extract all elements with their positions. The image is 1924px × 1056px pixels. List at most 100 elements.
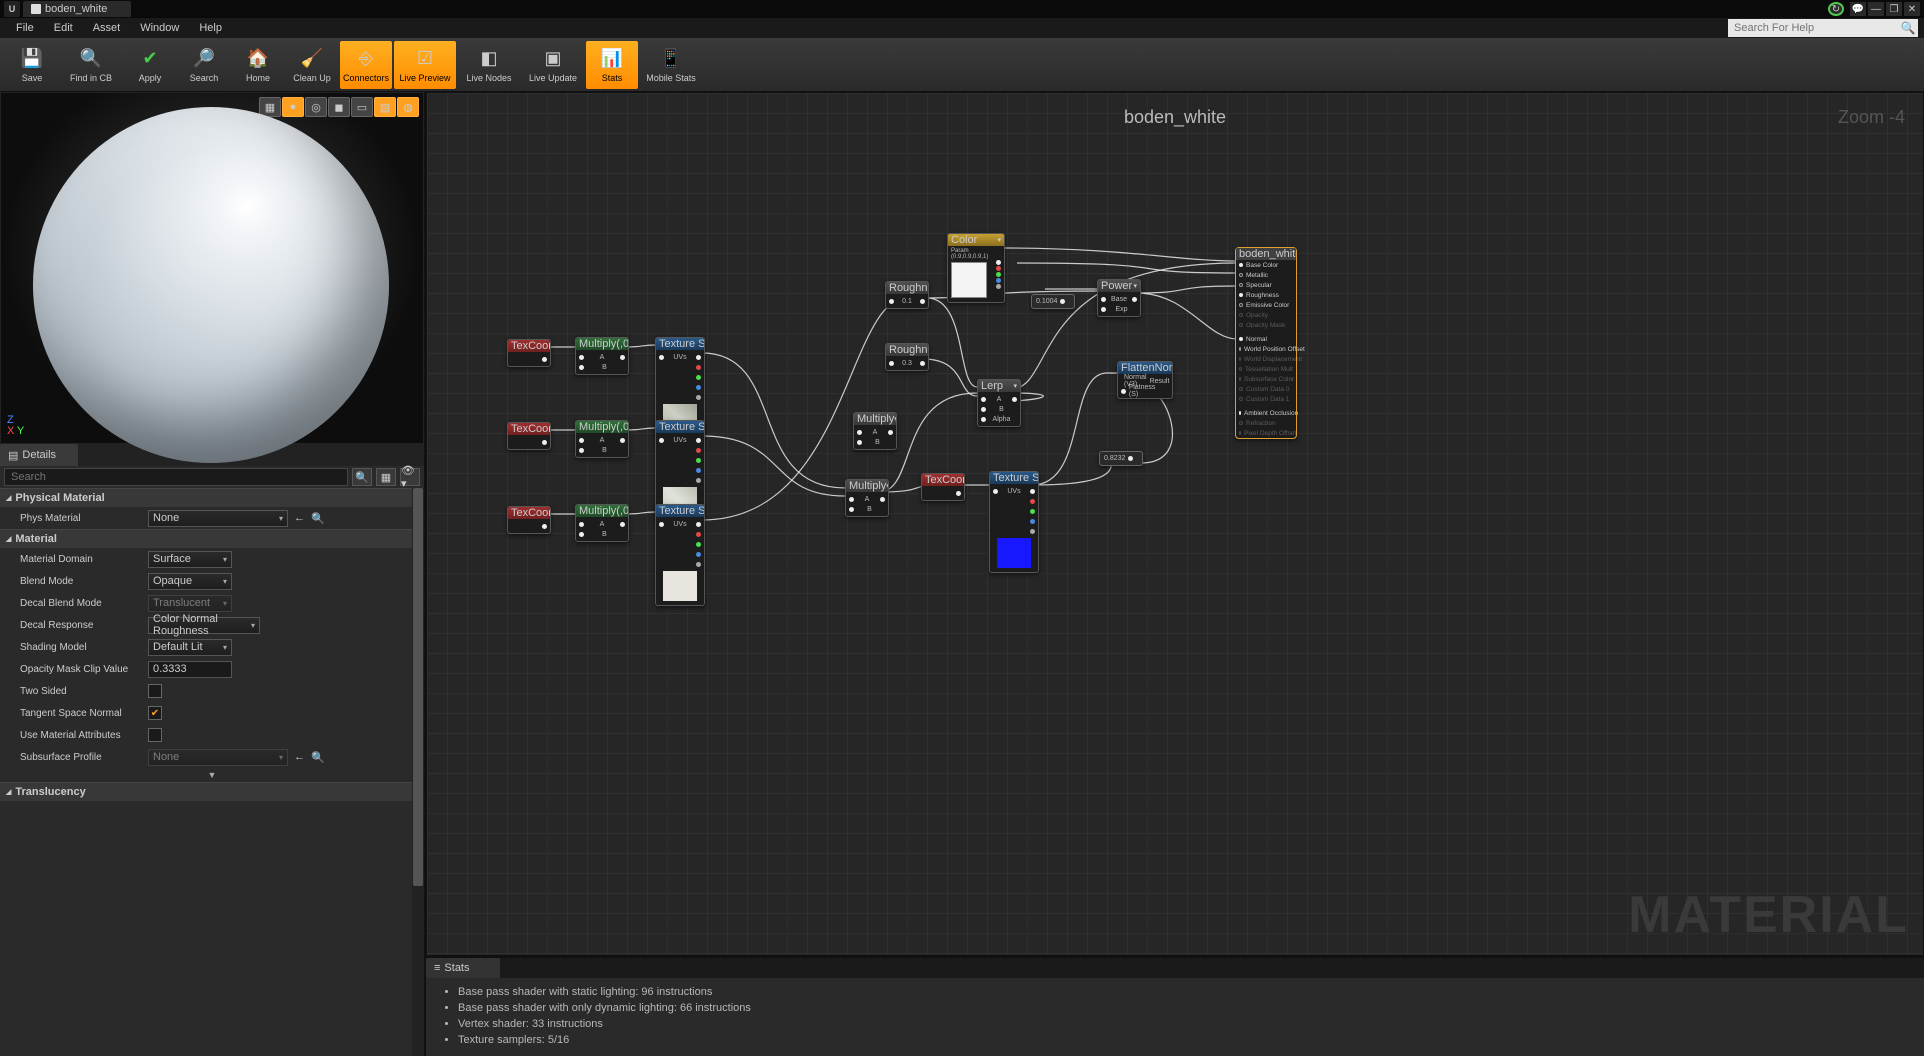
graph-watermark: MATERIAL	[1628, 885, 1909, 945]
document-tab-label: boden_white	[45, 3, 107, 15]
app-logo-icon: U	[4, 1, 20, 17]
help-search-input[interactable]	[1728, 19, 1898, 37]
node-texcoord[interactable]: TexCoord▾	[507, 506, 551, 534]
vp-grid-icon[interactable]: ◍	[397, 97, 419, 117]
details-tab[interactable]: ▤ Details	[0, 444, 78, 466]
stats-tab-label: Stats	[444, 962, 469, 974]
preview-icon: ☑	[411, 47, 439, 71]
menu-file[interactable]: File	[6, 22, 44, 34]
cleanup-button[interactable]: 🧹Clean Up	[286, 41, 338, 89]
two-sided-checkbox[interactable]	[148, 684, 162, 698]
node-texture-sample[interactable]: Texture Sample▾UVs	[989, 471, 1039, 573]
node-multiply[interactable]: Multiply(,0.2194)▾AB	[575, 337, 629, 375]
menu-window[interactable]: Window	[130, 22, 189, 34]
reset-icon[interactable]: ←	[294, 751, 305, 764]
home-button[interactable]: 🏠Home	[232, 41, 284, 89]
apply-button[interactable]: ✔Apply	[124, 41, 176, 89]
category-physical-material[interactable]: Physical Material	[0, 488, 424, 507]
vp-cube-icon[interactable]: ◼	[328, 97, 350, 117]
scrollbar-thumb[interactable]	[413, 488, 423, 886]
node-multiply[interactable]: Multiply▾AB	[853, 412, 897, 450]
menu-asset[interactable]: Asset	[83, 22, 131, 34]
node-texcoord[interactable]: TexCoord▾	[507, 422, 551, 450]
scrollbar-track[interactable]	[412, 488, 424, 1056]
category-material[interactable]: Material	[0, 529, 424, 548]
stats-button[interactable]: 📊Stats	[586, 41, 638, 89]
material-graph[interactable]: boden_white Zoom -4 MATERIAL	[426, 92, 1924, 956]
graph-title: boden_white	[1124, 107, 1226, 128]
stats-icon: ≡	[434, 962, 440, 974]
live-preview-button[interactable]: ☑Live Preview	[394, 41, 456, 89]
node-material-output[interactable]: boden_white Base Color Metallic Specular…	[1235, 247, 1297, 439]
mobile-stats-button[interactable]: 📱Mobile Stats	[640, 41, 702, 89]
node-texcoord[interactable]: TexCoord▾	[507, 339, 551, 367]
node-multiply[interactable]: Multiply(,0.9341)▾AB	[575, 420, 629, 458]
stats-tab[interactable]: ≡ Stats	[426, 958, 500, 978]
category-translucency[interactable]: Translucency	[0, 782, 424, 801]
source-control-icon[interactable]: ↻	[1828, 2, 1844, 16]
node-power[interactable]: Power▾BaseExp	[1097, 279, 1141, 317]
blend-mode-combo[interactable]: Opaque	[148, 573, 232, 590]
minimize-button[interactable]: —	[1868, 2, 1884, 16]
node-texture-sample[interactable]: Texture Sample▾UVs	[655, 504, 705, 606]
close-button[interactable]: ✕	[1904, 2, 1920, 16]
details-tab-label: Details	[22, 449, 56, 461]
prop-label: Phys Material	[20, 513, 148, 524]
node-flatten-normal[interactable]: FlattenNormal▾Normal (V3)ResultFlatness …	[1117, 361, 1173, 399]
menu-help[interactable]: Help	[189, 22, 232, 34]
find-in-cb-button[interactable]: 🔍Find in CB	[60, 41, 122, 89]
node-roughness-min[interactable]: RoughnessMin▾0.3	[885, 343, 929, 371]
document-tab[interactable]: boden_white	[23, 1, 131, 17]
node-lerp[interactable]: Lerp▾ABAlpha	[977, 379, 1021, 427]
tangent-space-normal-checkbox[interactable]: ✔	[148, 706, 162, 720]
shading-model-combo[interactable]: Default Lit	[148, 639, 232, 656]
menu-edit[interactable]: Edit	[44, 22, 83, 34]
reset-icon[interactable]: ←	[294, 512, 305, 525]
vp-cylinder-icon[interactable]: ◎	[305, 97, 327, 117]
matrix-icon[interactable]: ▦	[376, 468, 396, 486]
stats-icon: 📊	[598, 47, 626, 71]
node-texcoord[interactable]: TexCoord▾	[921, 473, 965, 501]
material-domain-combo[interactable]: Surface	[148, 551, 232, 568]
node-multiply[interactable]: Multiply(,0.088)▾AB	[575, 504, 629, 542]
connectors-icon: ⎆	[352, 47, 380, 71]
broom-icon: 🧹	[298, 47, 326, 71]
use-material-attributes-checkbox[interactable]	[148, 728, 162, 742]
decal-blend-mode-combo: Translucent	[148, 595, 232, 612]
notifications-icon[interactable]: 💬	[1850, 2, 1866, 16]
search-icon[interactable]: 🔍	[1898, 19, 1918, 37]
home-icon: 🏠	[244, 47, 272, 71]
document-icon	[31, 4, 41, 14]
search-button[interactable]: 🔎Search	[178, 41, 230, 89]
opacity-mask-clip-input[interactable]: 0.3333	[148, 661, 232, 678]
stats-line: Vertex shader: 33 instructions	[458, 1016, 1906, 1032]
live-update-button[interactable]: ▣Live Update	[522, 41, 584, 89]
node-scalar[interactable]: 0.1004	[1031, 294, 1075, 309]
graph-wires	[427, 93, 1923, 955]
material-preview-viewport[interactable]: ▦ ● ◎ ◼ ▭ ▧ ◍ ZX Y	[0, 92, 424, 444]
node-multiply[interactable]: Multiply▾AB	[845, 479, 889, 517]
nodes-icon: ◧	[475, 47, 503, 71]
node-roughness-max[interactable]: RoughnessMax▾0.1	[885, 281, 929, 309]
eye-icon[interactable]: 👁▾	[400, 468, 420, 486]
browse-icon[interactable]: 🔍	[311, 512, 325, 525]
maximize-button[interactable]: ❐	[1886, 2, 1902, 16]
vp-plane-icon[interactable]: ▭	[351, 97, 373, 117]
browse-icon[interactable]: 🔍	[311, 751, 325, 764]
decal-response-combo[interactable]: Color Normal Roughness	[148, 617, 260, 634]
live-nodes-button[interactable]: ◧Live Nodes	[458, 41, 520, 89]
check-icon: ✔	[136, 47, 164, 71]
save-button[interactable]: 💾Save	[6, 41, 58, 89]
search-icon[interactable]: 🔍	[352, 468, 372, 486]
connectors-button[interactable]: ⎆Connectors	[340, 41, 392, 89]
toolbar: 💾Save 🔍Find in CB ✔Apply 🔎Search 🏠Home 🧹…	[0, 38, 1924, 92]
titlebar: U boden_white ↻ 💬 — ❐ ✕	[0, 0, 1924, 18]
details-search-input[interactable]	[4, 468, 348, 486]
magnifier-icon: 🔍	[77, 47, 105, 71]
phys-material-combo[interactable]: None	[148, 510, 288, 527]
vp-sphere-icon[interactable]: ●	[282, 97, 304, 117]
node-color-param[interactable]: Color▾Param (0.9,0.9,0.9,1)	[947, 233, 1005, 303]
vp-mesh-icon[interactable]: ▧	[374, 97, 396, 117]
node-scalar[interactable]: 0.8232	[1099, 451, 1143, 466]
expand-arrow[interactable]: ▼	[0, 768, 424, 782]
